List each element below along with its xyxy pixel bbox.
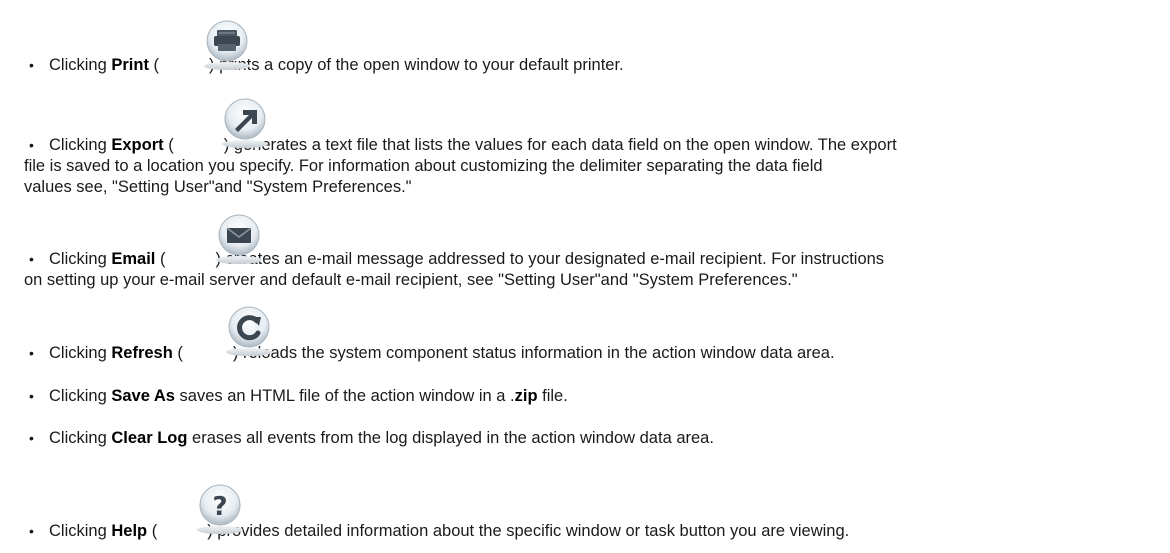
refresh-icon	[225, 306, 272, 356]
item-paren-open: (	[147, 522, 158, 540]
item-text: Clicking Clear Log erases all events fro…	[49, 428, 1160, 449]
save-as-label: Save As	[111, 387, 175, 405]
item-prefix: Clicking	[49, 250, 112, 268]
print-label: Print	[111, 56, 149, 74]
bullet: •	[29, 523, 34, 539]
svg-text:?: ?	[212, 492, 227, 522]
item-description: ) creates an e-mail message addressed to…	[215, 250, 885, 268]
item-text: Clicking Refresh ( ) reloads the system c…	[49, 343, 1160, 364]
item-description-end: file.	[537, 387, 568, 405]
item-description: erases all events from the log displayed…	[187, 429, 714, 447]
item-paren-open: (	[163, 136, 174, 154]
item-prefix: Clicking	[49, 429, 112, 447]
export-arrow-icon	[221, 98, 268, 148]
envelope-icon	[215, 214, 262, 264]
bullet: •	[29, 430, 34, 446]
item-paren-open: (	[172, 344, 183, 362]
item-continuation: on setting up your e-mail server and def…	[24, 271, 798, 289]
item-description: ) generates a text file that lists the v…	[223, 136, 897, 154]
item-paren-open: (	[155, 250, 166, 268]
bullet: •	[29, 57, 34, 73]
clear-log-label: Clear Log	[111, 429, 188, 447]
item-prefix: Clicking	[49, 387, 112, 405]
email-label: Email	[111, 250, 156, 268]
item-continuation: file is saved to a location you specify.…	[24, 157, 823, 175]
item-prefix: Clicking	[49, 344, 112, 362]
item-text: Clicking Save As saves an HTML file of t…	[49, 386, 1160, 407]
item-description: ) provides detailed information about th…	[207, 522, 850, 540]
item-description: ) reloads the system component status in…	[232, 344, 835, 362]
printer-icon	[203, 20, 250, 70]
bullet: •	[29, 251, 34, 267]
bullet: •	[29, 345, 34, 361]
help-question-icon: ?	[196, 484, 243, 534]
bullet: •	[29, 388, 34, 404]
item-paren-open: (	[148, 56, 160, 74]
item-description: ) prints a copy of the open window to yo…	[209, 56, 624, 74]
item-description: saves an HTML file of the action window …	[174, 387, 515, 405]
zip-label: zip	[514, 387, 538, 405]
bullet: •	[29, 137, 34, 153]
item-text: Clicking Export ( ) generates a text file…	[49, 135, 1160, 156]
item-prefix: Clicking	[49, 136, 112, 154]
refresh-label: Refresh	[111, 344, 173, 362]
help-label: Help	[111, 522, 148, 540]
item-prefix: Clicking	[49, 56, 112, 74]
export-label: Export	[111, 136, 164, 154]
item-prefix: Clicking	[49, 522, 112, 540]
item-continuation: values see, "Setting User"and "System Pr…	[24, 178, 412, 196]
